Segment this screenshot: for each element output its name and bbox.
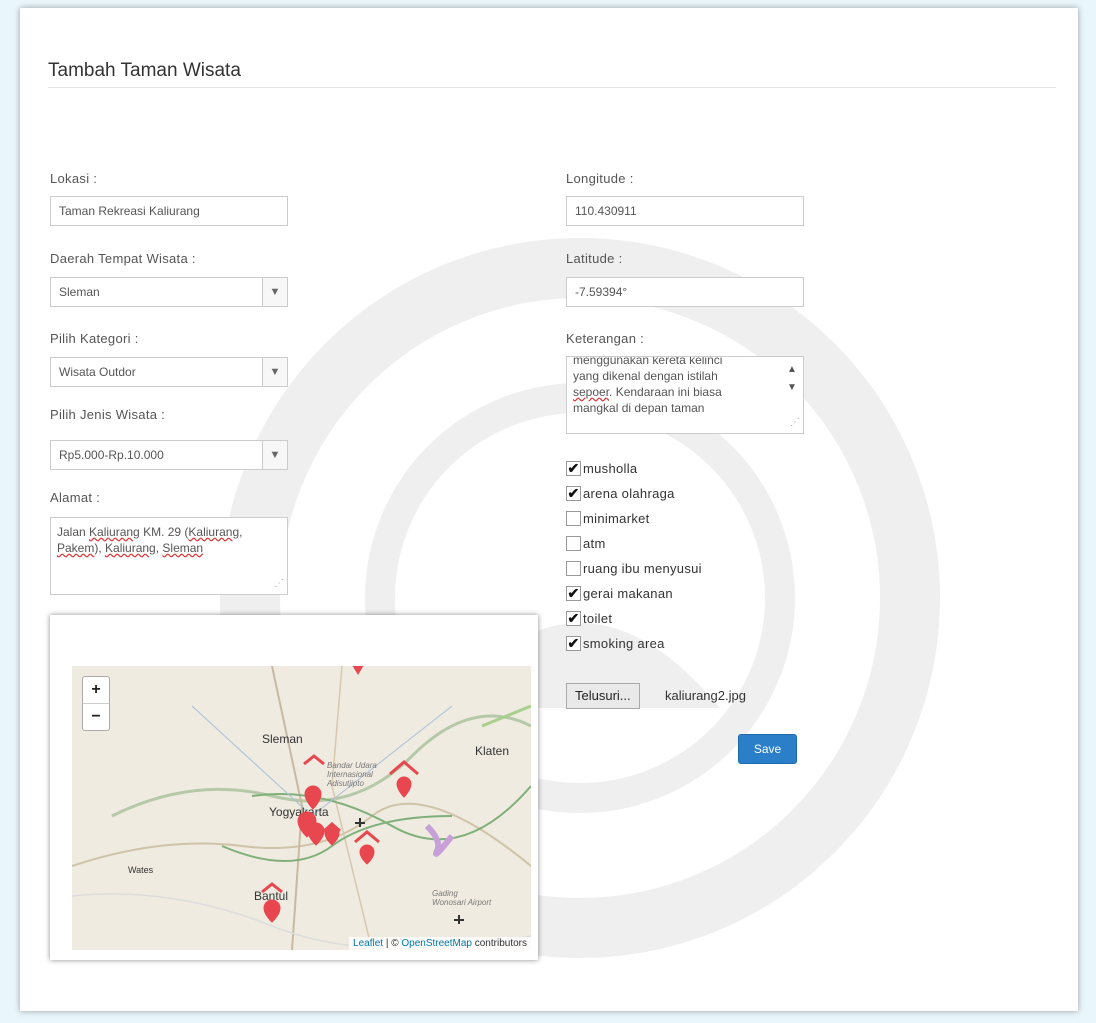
checkbox[interactable] bbox=[566, 535, 581, 551]
map-marker-icon[interactable] bbox=[304, 785, 322, 810]
textarea-scrollbar[interactable]: ▲ ▼ bbox=[785, 361, 799, 397]
alamat-textarea[interactable]: Jalan Kaliurang KM. 29 (Kaliurang, Pakem… bbox=[50, 517, 288, 595]
home-marker-icon[interactable] bbox=[389, 760, 419, 776]
facility-checkbox-row[interactable]: ✔ musholla bbox=[566, 457, 637, 479]
save-button[interactable]: Save bbox=[738, 734, 797, 764]
facility-label: smoking area bbox=[583, 635, 665, 651]
map-marker-icon[interactable] bbox=[352, 666, 364, 675]
checkbox[interactable] bbox=[566, 510, 581, 526]
jenis-select-value: Rp5.000-Rp.10.000 bbox=[59, 448, 164, 462]
map-marker-icon[interactable] bbox=[263, 899, 281, 923]
facility-checkbox-row[interactable]: ✔ gerai makanan bbox=[566, 582, 673, 604]
checkbox[interactable]: ✔ bbox=[566, 484, 581, 501]
facility-label: gerai makanan bbox=[583, 585, 673, 601]
kategori-select[interactable]: Wisata Outdor ▼ bbox=[50, 357, 288, 387]
chevron-down-icon[interactable]: ▼ bbox=[787, 379, 797, 397]
map-card: + − Sleman Klaten Yogyakarta Bantul Wate… bbox=[50, 615, 538, 960]
checkbox[interactable]: ✔ bbox=[566, 584, 581, 601]
facility-checkbox-row[interactable]: ruang ibu menyusui bbox=[566, 557, 702, 579]
facility-checkbox-row[interactable]: ✔ smoking area bbox=[566, 632, 665, 654]
form-card: Tambah Taman Wisata Lokasi : Taman Rekre… bbox=[20, 8, 1078, 1011]
browse-file-button[interactable]: Telusuri... bbox=[566, 683, 640, 709]
daerah-select[interactable]: Sleman ▼ bbox=[50, 277, 288, 307]
checkmark-icon: ✔ bbox=[567, 634, 580, 651]
location-map[interactable]: + − Sleman Klaten Yogyakarta Bantul Wate… bbox=[72, 666, 531, 950]
home-marker-icon[interactable] bbox=[261, 882, 283, 894]
checkbox[interactable]: ✔ bbox=[566, 609, 581, 626]
map-attribution: Leaflet | © OpenStreetMap contributors bbox=[349, 937, 531, 950]
map-marker-icon[interactable] bbox=[324, 825, 340, 846]
airport-icon bbox=[355, 818, 365, 827]
daerah-label: Daerah Tempat Wisata : bbox=[50, 251, 196, 266]
keterangan-label: Keterangan : bbox=[566, 331, 645, 346]
alamat-label: Alamat : bbox=[50, 490, 101, 505]
checkbox[interactable] bbox=[566, 560, 581, 576]
checkbox[interactable]: ✔ bbox=[566, 634, 581, 651]
map-markers bbox=[261, 666, 464, 924]
longitude-input[interactable]: 110.430911 bbox=[566, 196, 804, 226]
keterangan-textarea[interactable]: menggunakan kereta kelinci yang dikenal … bbox=[566, 356, 804, 434]
title-divider bbox=[48, 87, 1056, 88]
facility-checkbox-row[interactable]: ✔ toilet bbox=[566, 607, 612, 629]
openstreetmap-link[interactable]: OpenStreetMap bbox=[401, 938, 472, 949]
facility-label: minimarket bbox=[583, 510, 650, 526]
resize-grip-icon[interactable]: ⋰ bbox=[790, 415, 800, 431]
resize-grip-icon[interactable]: ⋰ bbox=[274, 576, 284, 592]
airport-icon bbox=[454, 915, 464, 924]
map-marker-icon[interactable] bbox=[359, 844, 375, 865]
longitude-label: Longitude : bbox=[566, 171, 634, 186]
chevron-down-icon[interactable]: ▼ bbox=[262, 278, 287, 306]
facility-label: toilet bbox=[583, 610, 613, 626]
latitude-input[interactable]: -7.59394° bbox=[566, 277, 804, 307]
checkmark-icon: ✔ bbox=[567, 484, 580, 501]
facility-label: musholla bbox=[583, 460, 638, 476]
facility-checkbox-row[interactable]: atm bbox=[566, 532, 606, 554]
selected-file-name: kaliurang2.jpg bbox=[665, 688, 746, 703]
lokasi-label: Lokasi : bbox=[50, 171, 98, 186]
chevron-down-icon[interactable]: ▼ bbox=[262, 358, 287, 386]
checkmark-icon: ✔ bbox=[567, 584, 580, 601]
facility-label: atm bbox=[583, 535, 606, 551]
facility-label: arena olahraga bbox=[583, 485, 675, 501]
home-marker-icon[interactable] bbox=[303, 754, 325, 766]
jenis-label: Pilih Jenis Wisata : bbox=[50, 407, 166, 422]
kategori-select-value: Wisata Outdor bbox=[59, 365, 136, 379]
checkmark-icon: ✔ bbox=[567, 459, 580, 476]
daerah-select-value: Sleman bbox=[59, 285, 100, 299]
jenis-select[interactable]: Rp5.000-Rp.10.000 ▼ bbox=[50, 440, 288, 470]
kategori-label: Pilih Kategori : bbox=[50, 331, 139, 346]
leaflet-link[interactable]: Leaflet bbox=[353, 938, 383, 949]
page-title: Tambah Taman Wisata bbox=[48, 60, 241, 81]
facility-checkbox-row[interactable]: ✔ arena olahraga bbox=[566, 482, 675, 504]
chevron-down-icon[interactable]: ▼ bbox=[262, 441, 287, 469]
lokasi-input[interactable]: Taman Rekreasi Kaliurang bbox=[50, 196, 288, 226]
chevron-up-icon[interactable]: ▲ bbox=[787, 361, 797, 379]
latitude-label: Latitude : bbox=[566, 251, 623, 266]
home-marker-icon[interactable] bbox=[354, 830, 380, 844]
facility-label: ruang ibu menyusui bbox=[583, 560, 702, 576]
map-marker-icon[interactable] bbox=[396, 776, 412, 798]
checkmark-icon: ✔ bbox=[567, 609, 580, 626]
checkbox[interactable]: ✔ bbox=[566, 459, 581, 476]
map-marker-icon[interactable] bbox=[307, 822, 325, 846]
facility-checkbox-row[interactable]: minimarket bbox=[566, 507, 650, 529]
